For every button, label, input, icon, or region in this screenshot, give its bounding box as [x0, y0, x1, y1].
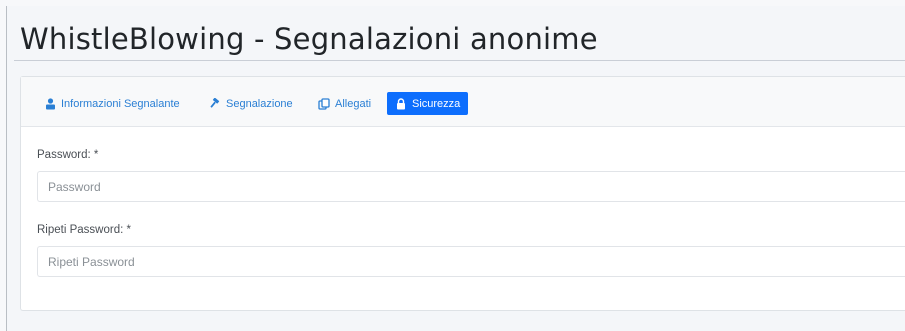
tab-label: Informazioni Segnalante [61, 97, 180, 110]
page-title: WhistleBlowing - Segnalazioni anonime [20, 22, 598, 56]
tab-sicurezza[interactable]: Sicurezza [387, 92, 469, 115]
lock-icon [395, 97, 407, 110]
tab-label: Segnalazione [226, 97, 293, 110]
password-input[interactable] [37, 171, 905, 202]
repeat-password-input[interactable] [37, 246, 905, 277]
gavel-icon [209, 97, 221, 110]
user-lock-icon [44, 97, 56, 110]
repeat-password-label: Ripeti Password: * [37, 224, 131, 236]
tab-segnalazione[interactable]: Segnalazione [209, 92, 293, 115]
tab-label: Sicurezza [412, 97, 461, 110]
wizard-card: Informazioni Segnalante Segnalazione All… [20, 76, 905, 311]
copy-icon [318, 97, 330, 110]
tab-informazioni-segnalante[interactable]: Informazioni Segnalante [44, 92, 180, 115]
tab-label: Allegati [335, 97, 372, 110]
password-label: Password: * [37, 149, 99, 161]
page-header: WhistleBlowing - Segnalazioni anonime [14, 10, 905, 61]
tab-allegati[interactable]: Allegati [318, 92, 371, 115]
wizard-tabs: Informazioni Segnalante Segnalazione All… [21, 77, 905, 127]
